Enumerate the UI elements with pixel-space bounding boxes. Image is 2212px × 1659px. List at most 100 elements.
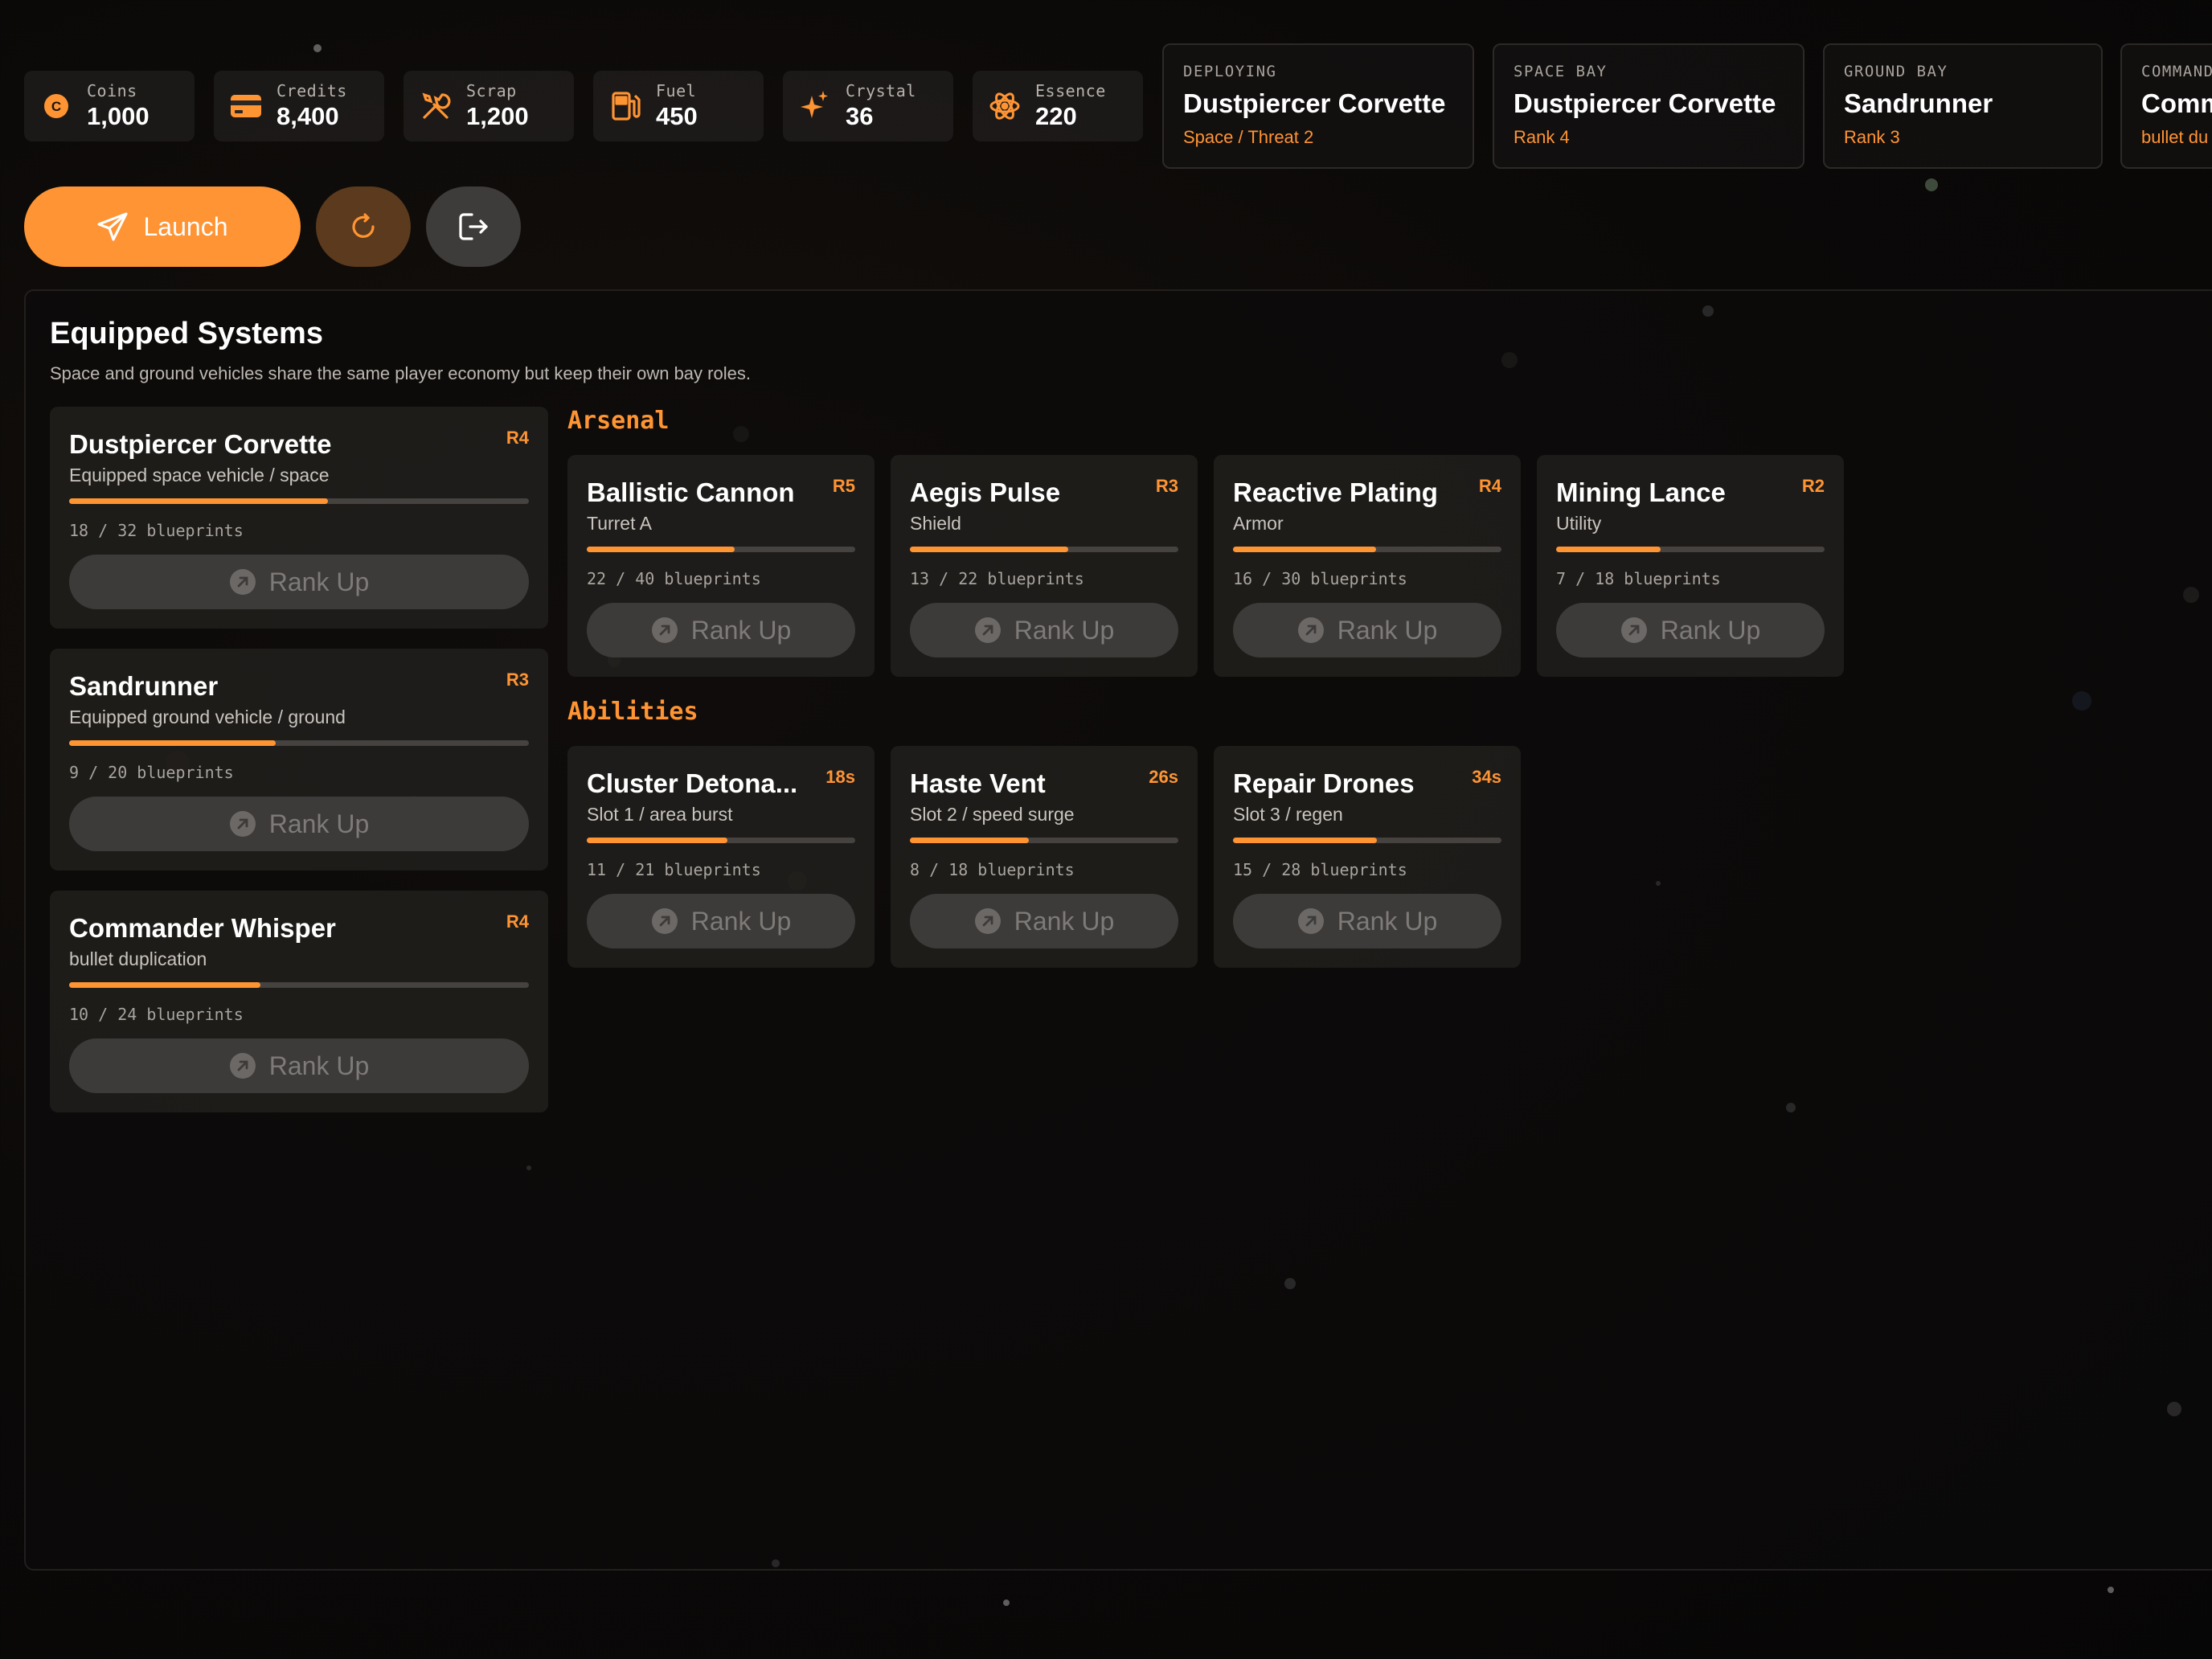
card-name: Reactive Plating (1233, 477, 1438, 507)
progress-bar (69, 982, 529, 988)
resource-fuel: Fuel 450 (593, 71, 764, 141)
rank-up-button[interactable]: Rank Up (910, 603, 1178, 657)
rank-up-button[interactable]: Rank Up (69, 1038, 529, 1093)
rank-up-button[interactable]: Rank Up (69, 555, 529, 609)
resource-label: Credits (276, 81, 347, 100)
blueprint-count: 7 / 18 blueprints (1556, 569, 1721, 588)
rank-up-button[interactable]: Rank Up (1233, 603, 1501, 657)
arsenal-card-aegis-pulse[interactable]: Aegis Pulse R3 Shield 13 / 22 blueprints… (891, 455, 1198, 677)
cooldown-badge: 34s (1472, 767, 1501, 787)
card-name: Repair Drones (1233, 768, 1415, 798)
resource-label: Crystal (846, 81, 916, 100)
panel-subtitle: Space and ground vehicles share the same… (50, 363, 751, 383)
arsenal-card-ballistic-cannon[interactable]: Ballistic Cannon R5 Turret A 22 / 40 blu… (567, 455, 875, 677)
launch-label: Launch (143, 211, 228, 241)
rank-up-label: Rank Up (1660, 615, 1761, 645)
rank-up-label: Rank Up (268, 567, 370, 596)
arrow-up-right-icon (229, 568, 256, 596)
card-name: Ballistic Cannon (587, 477, 795, 507)
refresh-icon (349, 212, 378, 241)
card-name: Dustpiercer Corvette (69, 429, 332, 459)
arrow-up-right-icon (974, 907, 1002, 935)
svg-text:C: C (51, 99, 61, 114)
vehicle-card-dustpiercer[interactable]: Dustpiercer Corvette R4 Equipped space v… (50, 407, 548, 629)
vehicle-card-commander-whisper[interactable]: Commander Whisper R4 bullet duplication … (50, 891, 548, 1112)
resource-label: Coins (87, 81, 137, 100)
progress-bar (1556, 547, 1825, 552)
coin-icon: C (40, 90, 72, 122)
cooldown-badge: 26s (1149, 767, 1178, 787)
progress-bar (69, 740, 529, 746)
resource-label: Fuel (656, 81, 697, 100)
card-name: Sandrunner (69, 671, 219, 701)
progress-bar (1233, 838, 1501, 843)
rank-up-label: Rank Up (268, 809, 370, 838)
launch-button[interactable]: Launch (24, 186, 301, 267)
deploy-sub: Rank 4 (1514, 127, 1570, 147)
card-subtitle: Slot 1 / area burst (587, 804, 733, 825)
rank-up-button[interactable]: Rank Up (1233, 894, 1501, 948)
progress-bar (910, 838, 1178, 843)
deploy-title: Dustpiercer Corvette (1514, 88, 1776, 118)
deploy-sub: Rank 3 (1844, 127, 1900, 147)
blueprint-count: 11 / 21 blueprints (587, 860, 761, 879)
rank-up-label: Rank Up (690, 906, 792, 936)
progress-bar (587, 547, 855, 552)
card-subtitle: Utility (1556, 513, 1602, 534)
resource-essence: Essence 220 (973, 71, 1143, 141)
arsenal-heading: Arsenal (567, 407, 670, 435)
exit-button[interactable] (426, 186, 521, 267)
blueprint-count: 16 / 30 blueprints (1233, 569, 1407, 588)
progress-bar (1233, 547, 1501, 552)
arrow-up-right-icon (651, 616, 678, 644)
blueprint-count: 8 / 18 blueprints (910, 860, 1075, 879)
card-subtitle: Equipped ground vehicle / ground (69, 707, 346, 727)
ground-bay-card[interactable]: GROUND BAY Sandrunner Rank 3 (1823, 43, 2103, 169)
arsenal-card-reactive-plating[interactable]: Reactive Plating R4 Armor 16 / 30 bluepr… (1214, 455, 1521, 677)
card-name: Mining Lance (1556, 477, 1726, 507)
rank-up-button[interactable]: Rank Up (587, 603, 855, 657)
ability-card-repair-drones[interactable]: Repair Drones 34s Slot 3 / regen 15 / 28… (1214, 746, 1521, 968)
refresh-button[interactable] (316, 186, 411, 267)
arrow-up-right-icon (974, 616, 1002, 644)
arrow-up-right-icon (651, 907, 678, 935)
resource-value: 1,000 (87, 102, 150, 130)
card-subtitle: bullet duplication (69, 948, 207, 969)
blueprint-count: 13 / 22 blueprints (910, 569, 1084, 588)
rank-up-button[interactable]: Rank Up (1556, 603, 1825, 657)
rank-badge: R3 (1155, 476, 1178, 496)
arsenal-card-mining-lance[interactable]: Mining Lance R2 Utility 7 / 18 blueprint… (1537, 455, 1844, 677)
rank-up-button[interactable]: Rank Up (587, 894, 855, 948)
rank-up-label: Rank Up (1014, 906, 1115, 936)
card-subtitle: Shield (910, 513, 961, 534)
rank-up-label: Rank Up (1014, 615, 1115, 645)
blueprint-count: 18 / 32 blueprints (69, 521, 244, 540)
rank-up-button[interactable]: Rank Up (910, 894, 1178, 948)
deploy-key: DEPLOYING (1183, 63, 1277, 80)
resource-crystal: Crystal 36 (783, 71, 953, 141)
rank-up-button[interactable]: Rank Up (69, 797, 529, 851)
resource-value: 36 (846, 102, 874, 130)
arrow-up-right-icon (1620, 616, 1648, 644)
vehicle-card-sandrunner[interactable]: Sandrunner R3 Equipped ground vehicle / … (50, 649, 548, 870)
rank-up-label: Rank Up (268, 1051, 370, 1080)
ability-card-cluster-detonation[interactable]: Cluster Detona... 18s Slot 1 / area burs… (567, 746, 875, 968)
rank-badge: R2 (1801, 476, 1825, 496)
deploy-sub: bullet du (2141, 127, 2209, 147)
ability-card-haste-vent[interactable]: Haste Vent 26s Slot 2 / speed surge 8 / … (891, 746, 1198, 968)
arrow-up-right-icon (1297, 616, 1325, 644)
resource-value: 450 (656, 102, 698, 130)
rank-badge: R4 (506, 428, 529, 448)
card-subtitle: Equipped space vehicle / space (69, 465, 330, 485)
arrow-up-right-icon (1297, 907, 1325, 935)
cooldown-badge: 18s (825, 767, 855, 787)
deploying-card[interactable]: DEPLOYING Dustpiercer Corvette Space / T… (1162, 43, 1474, 169)
progress-bar (910, 547, 1178, 552)
command-card[interactable]: COMMAND Comm bullet du (2120, 43, 2212, 169)
deploy-sub: Space / Threat 2 (1183, 127, 1314, 147)
paper-plane-icon (96, 212, 128, 241)
space-bay-card[interactable]: SPACE BAY Dustpiercer Corvette Rank 4 (1493, 43, 1804, 169)
progress-bar (587, 838, 855, 843)
card-subtitle: Slot 3 / regen (1233, 804, 1343, 825)
resource-value: 1,200 (466, 102, 529, 130)
